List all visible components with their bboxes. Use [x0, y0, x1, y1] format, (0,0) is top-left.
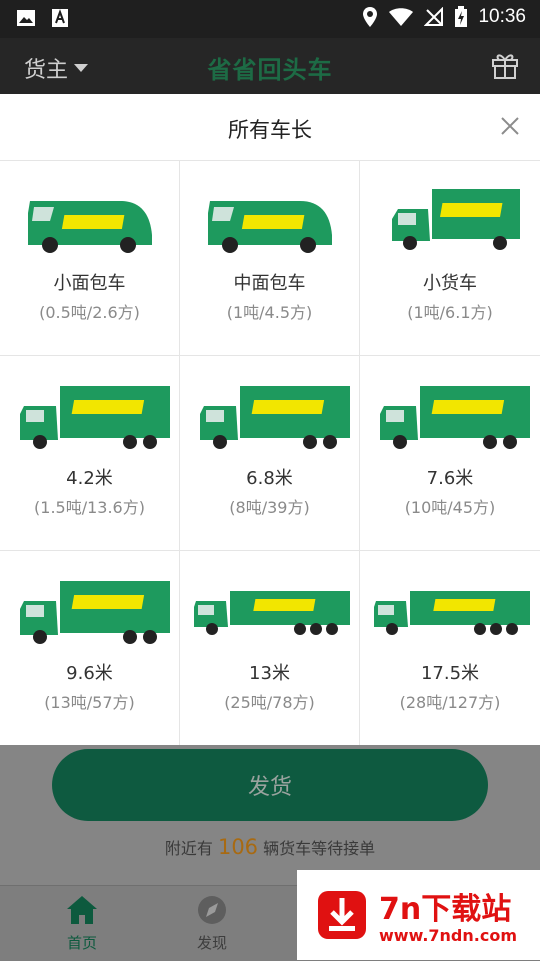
vehicle-capacity: (1.5吨/13.6方)	[34, 498, 145, 517]
vehicle-option[interactable]: 9.6米 (13吨/57方)	[0, 551, 180, 746]
vehicle-name: 6.8米	[246, 468, 293, 489]
ship-button[interactable]: 发货	[52, 749, 488, 821]
ship-panel: 发货 附近有 106 辆货车等待接单	[0, 745, 540, 885]
vehicle-option[interactable]: 小面包车 (0.5吨/2.6方)	[0, 161, 180, 356]
sheet-title: 所有车长	[228, 118, 312, 142]
vehicle-name: 小货车	[423, 273, 477, 294]
app-bar: 货主 省省回头车	[0, 38, 540, 94]
nearby-count: 106	[217, 835, 259, 859]
tab-home[interactable]: 首页	[42, 894, 122, 953]
vehicle-capacity: (1吨/4.5方)	[226, 303, 313, 322]
close-icon[interactable]	[498, 114, 522, 138]
vehicle-capacity: (13吨/57方)	[44, 693, 135, 712]
tab-home-label: 首页	[66, 934, 97, 952]
gift-icon[interactable]	[490, 50, 520, 80]
vehicle-length-sheet: 所有车长 小面包车 (0.5吨/2.6方) 中面包车 (1吨/4.5方) 小货车…	[0, 94, 540, 746]
vehicle-capacity: (28吨/127方)	[399, 693, 501, 712]
brand-logo: 省省回头车	[207, 56, 333, 84]
image-icon	[17, 10, 35, 26]
vehicle-capacity: (0.5吨/2.6方)	[39, 303, 140, 322]
tab-discover-label: 发现	[196, 934, 227, 952]
watermark-logo: 7n下载站 www.7ndn.com	[297, 870, 540, 960]
battery-charging-icon	[455, 6, 468, 27]
vehicle-option[interactable]: 7.6米 (10吨/45方)	[360, 356, 540, 551]
clock: 10:36	[478, 6, 526, 27]
truck-image	[380, 386, 530, 449]
truck-image	[194, 591, 350, 635]
vehicle-option[interactable]: 4.2米 (1.5吨/13.6方)	[0, 356, 180, 551]
truck-image	[20, 386, 170, 449]
nearby-trucks-text: 附近有 106 辆货车等待接单	[0, 835, 540, 859]
vehicle-capacity: (25吨/78方)	[224, 693, 315, 712]
vehicle-name: 7.6米	[426, 468, 474, 489]
no-signal-icon	[424, 7, 444, 26]
vehicle-name: 13米	[249, 663, 290, 684]
vehicle-name: 小面包车	[53, 273, 126, 294]
vehicle-option[interactable]: 小货车 (1吨/6.1方)	[360, 161, 540, 356]
tab-discover[interactable]: 发现	[172, 894, 252, 953]
location-icon	[363, 7, 378, 27]
home-icon	[67, 896, 97, 924]
vehicle-grid: 小面包车 (0.5吨/2.6方) 中面包车 (1吨/4.5方) 小货车 (1吨/…	[0, 160, 540, 746]
font-a-icon	[52, 9, 68, 27]
truck-image	[374, 591, 530, 635]
nearby-suffix: 辆货车等待接单	[263, 839, 376, 858]
vehicle-capacity: (1吨/6.1方)	[407, 303, 493, 322]
vehicle-option[interactable]: 17.5米 (28吨/127方)	[360, 551, 540, 746]
truck-image	[20, 581, 170, 644]
vehicle-name: 4.2米	[66, 468, 113, 489]
wifi-icon	[389, 8, 414, 26]
vehicle-option[interactable]: 6.8米 (8吨/39方)	[180, 356, 360, 551]
vehicle-name: 9.6米	[66, 663, 113, 684]
status-bar: 10:36	[0, 0, 540, 38]
vehicle-option[interactable]: 中面包车 (1吨/4.5方)	[180, 161, 360, 356]
watermark-title: 7n下载站	[379, 892, 512, 927]
vehicle-capacity: (8吨/39方)	[229, 498, 310, 517]
vehicle-option[interactable]: 13米 (25吨/78方)	[180, 551, 360, 746]
truck-image	[208, 201, 332, 253]
download-icon	[318, 891, 366, 939]
watermark-url: www.7ndn.com	[379, 926, 517, 945]
vehicle-name: 17.5米	[420, 663, 480, 684]
compass-icon	[198, 896, 226, 924]
truck-image	[200, 386, 350, 449]
vehicle-capacity: (10吨/45方)	[404, 498, 496, 517]
vehicle-name: 中面包车	[233, 273, 306, 294]
nearby-prefix: 附近有	[164, 839, 213, 858]
truck-image	[392, 189, 520, 250]
truck-image	[28, 201, 152, 253]
